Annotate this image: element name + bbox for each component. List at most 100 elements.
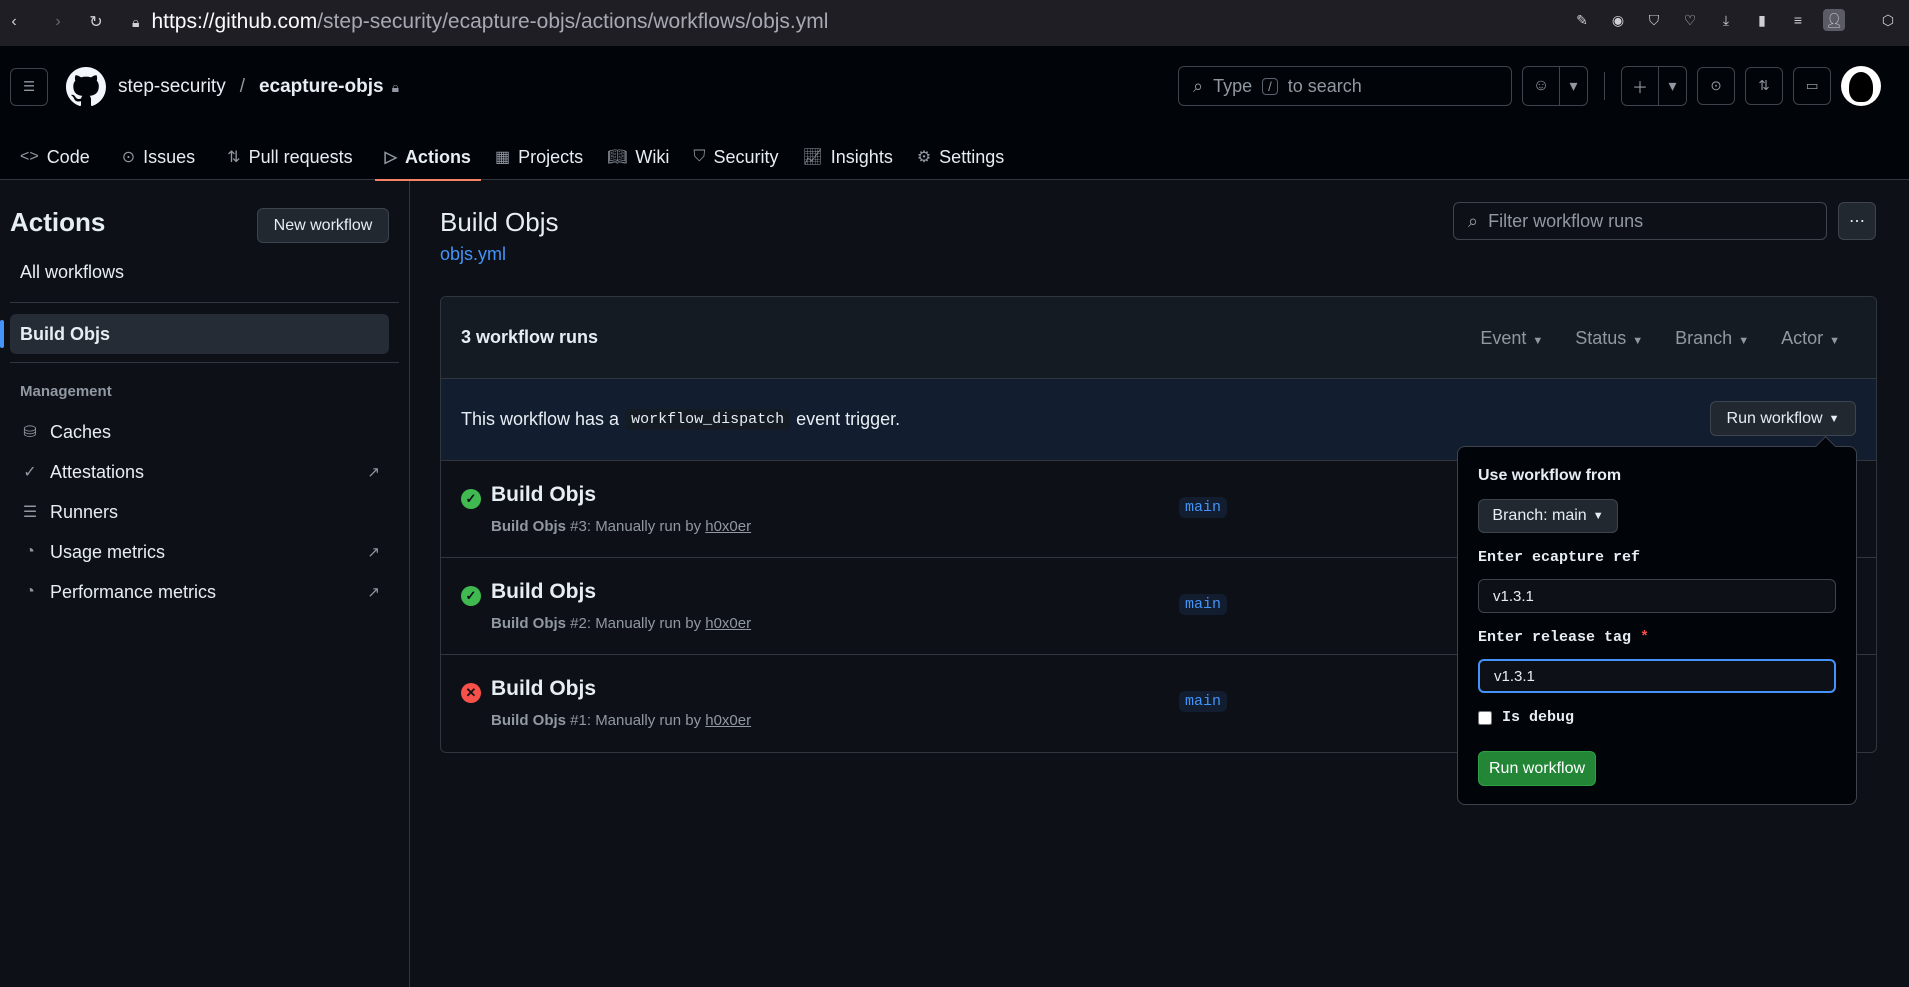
browser-extensions: ✎ ◉ ⛉ ♡ ⤓ ▮ ≡ 👤︎ ⬡: [1571, 9, 1899, 31]
tab-label: Pull requests: [248, 146, 353, 167]
inbox-icon[interactable]: ▭: [1793, 67, 1831, 105]
run-meta-text: #3: Manually run by: [570, 518, 702, 535]
tab-projects[interactable]: ▦ Projects: [485, 134, 593, 180]
search-icon: ⌕: [1193, 75, 1204, 96]
sidebar-item-performance-metrics[interactable]: ◔ Performance metrics ↗: [20, 576, 380, 608]
tab-wiki[interactable]: 📖︎ Wiki: [597, 134, 679, 180]
tab-label: Actions: [404, 146, 471, 167]
sidebar-item-label: Runners: [50, 501, 119, 522]
forward-icon[interactable]: ›: [44, 8, 72, 36]
tab-label: Security: [713, 146, 779, 167]
lock-icon: 🔒︎: [132, 13, 140, 30]
checkbox[interactable]: [1478, 710, 1492, 725]
tab-insights[interactable]: 📈︎ Insights: [792, 134, 902, 180]
runs-header: 3 workflow runs Event ▼ Status ▼ Branch ▼ A…: [441, 297, 1876, 379]
plus-icon[interactable]: ＋: [1622, 67, 1658, 105]
branch-select-button[interactable]: Branch: main ▼: [1478, 499, 1618, 533]
chevron-down-icon[interactable]: ▾: [1559, 67, 1587, 105]
search-shortcut-key: /: [1262, 77, 1278, 95]
reload-icon[interactable]: ↻: [82, 8, 110, 36]
branch-badge[interactable]: main: [1179, 594, 1228, 615]
database-icon: ⛁: [23, 424, 37, 441]
repo-name-link[interactable]: ecapture-objs: [259, 76, 384, 98]
global-search-input[interactable]: ⌕ Type / to search: [1178, 66, 1512, 106]
sidebar-item-build-objs[interactable]: Build Objs: [0, 314, 389, 354]
repo-owner-link[interactable]: step-security: [118, 76, 226, 98]
profile-icon[interactable]: 👤︎: [1823, 9, 1845, 31]
sidebar-item-caches[interactable]: ⛁ Caches: [20, 416, 380, 448]
filter-status-dropdown[interactable]: Status ▼: [1575, 328, 1643, 349]
search-placeholder-pre: Type: [1213, 75, 1253, 96]
external-link-icon: ↗: [367, 464, 380, 481]
tab-issues[interactable]: ⊙ Issues: [112, 134, 205, 180]
chevron-down-icon: ▼: [1592, 510, 1604, 522]
trigger-text-post: event trigger.: [796, 409, 901, 429]
pull-requests-icon[interactable]: ⇅: [1745, 67, 1783, 105]
filter-actor-dropdown[interactable]: Actor ▼: [1781, 328, 1840, 349]
more-options-button[interactable]: ⋯: [1838, 202, 1876, 240]
run-title[interactable]: Build Objs: [491, 483, 596, 507]
sidebar-item-all-workflows[interactable]: All workflows: [20, 262, 124, 283]
chevron-down-icon: ▼: [1829, 334, 1840, 347]
copilot-icon[interactable]: ☺: [1523, 67, 1559, 105]
private-lock-icon: 🔒︎: [391, 78, 400, 95]
run-workflow-dropdown-button[interactable]: Run workflow ▼: [1710, 401, 1856, 436]
run-user-link[interactable]: h0x0er: [705, 518, 751, 535]
hamburger-menu-button[interactable]: ☰: [10, 68, 48, 106]
run-meta: Build Objs #1: Manually run by h0x0er: [491, 712, 751, 729]
sidebar-item-runners[interactable]: ☰ Runners: [20, 496, 380, 528]
tab-security[interactable]: ⛉ Security: [683, 134, 788, 180]
sidebar-item-attestations[interactable]: ✓ Attestations ↗: [20, 456, 380, 488]
extension-icon[interactable]: ▮: [1751, 9, 1773, 31]
edit-icon[interactable]: ✎: [1571, 9, 1593, 31]
sidebar-title: Actions: [10, 207, 106, 237]
new-workflow-button[interactable]: New workflow: [257, 208, 389, 243]
heart-icon[interactable]: ♡: [1679, 9, 1701, 31]
chevron-down-icon[interactable]: ▾: [1658, 67, 1686, 105]
tab-actions[interactable]: ▷ Actions: [374, 134, 482, 181]
camera-icon[interactable]: ◉: [1607, 9, 1629, 31]
url-host: https://github.com: [151, 10, 318, 33]
issues-icon[interactable]: ⊙: [1697, 67, 1735, 105]
release-tag-input[interactable]: [1478, 659, 1836, 693]
path-separator: /: [239, 76, 245, 97]
menu-lines-icon[interactable]: ≡: [1787, 9, 1809, 31]
download-icon[interactable]: ⤓: [1715, 9, 1737, 31]
filter-label: Status: [1575, 327, 1627, 348]
x-circle-icon: ✕: [461, 683, 481, 703]
graph-icon: 📈︎: [802, 149, 823, 166]
back-icon[interactable]: ‹: [0, 8, 28, 36]
filter-event-dropdown[interactable]: Event ▼: [1480, 328, 1543, 349]
run-title[interactable]: Build Objs: [491, 677, 596, 701]
cube-icon[interactable]: ⬡: [1877, 9, 1899, 31]
chevron-down-icon: ▼: [1738, 334, 1750, 347]
run-title[interactable]: Build Objs: [491, 580, 596, 604]
tab-label: Issues: [143, 146, 196, 167]
avatar[interactable]: [1841, 66, 1881, 106]
table-icon: ▦: [494, 149, 511, 166]
tab-settings[interactable]: ⚙ Settings: [907, 134, 1014, 180]
release-tag-label: Enter release tag *: [1478, 629, 1649, 646]
ecapture-ref-input[interactable]: [1478, 579, 1836, 613]
branch-badge[interactable]: main: [1179, 497, 1228, 518]
run-workflow-submit-button[interactable]: Run workflow: [1478, 751, 1596, 786]
is-debug-checkbox[interactable]: Is debug: [1478, 709, 1574, 726]
repo-header: ☰ step-security / ecapture-objs 🔒︎ ⌕ Typ…: [0, 46, 1909, 181]
run-user-link[interactable]: h0x0er: [705, 712, 751, 729]
run-meta: Build Objs #2: Manually run by h0x0er: [491, 615, 751, 632]
workflow-file-link[interactable]: objs.yml: [440, 244, 506, 265]
run-user-link[interactable]: h0x0er: [705, 615, 751, 632]
tab-pull-requests[interactable]: ⇅ Pull requests: [217, 134, 362, 180]
run-workflow-name: Build Objs: [491, 712, 566, 729]
shield-icon[interactable]: ⛉: [1643, 9, 1665, 31]
github-logo-icon[interactable]: [66, 67, 106, 107]
tab-code[interactable]: <> Code: [10, 134, 100, 180]
sidebar-item-usage-metrics[interactable]: ◔ Usage metrics ↗: [20, 536, 380, 568]
branch-badge[interactable]: main: [1179, 691, 1228, 712]
url-bar[interactable]: 🔒︎ https://github.com/step-security/ecap…: [132, 6, 828, 38]
filter-runs-input[interactable]: ⌕ Filter workflow runs: [1453, 202, 1827, 240]
play-icon: ▷: [384, 149, 397, 166]
filter-branch-dropdown[interactable]: Branch ▼: [1675, 328, 1749, 349]
meter-icon: ◔: [25, 543, 35, 560]
run-meta-text: #2: Manually run by: [570, 615, 702, 632]
